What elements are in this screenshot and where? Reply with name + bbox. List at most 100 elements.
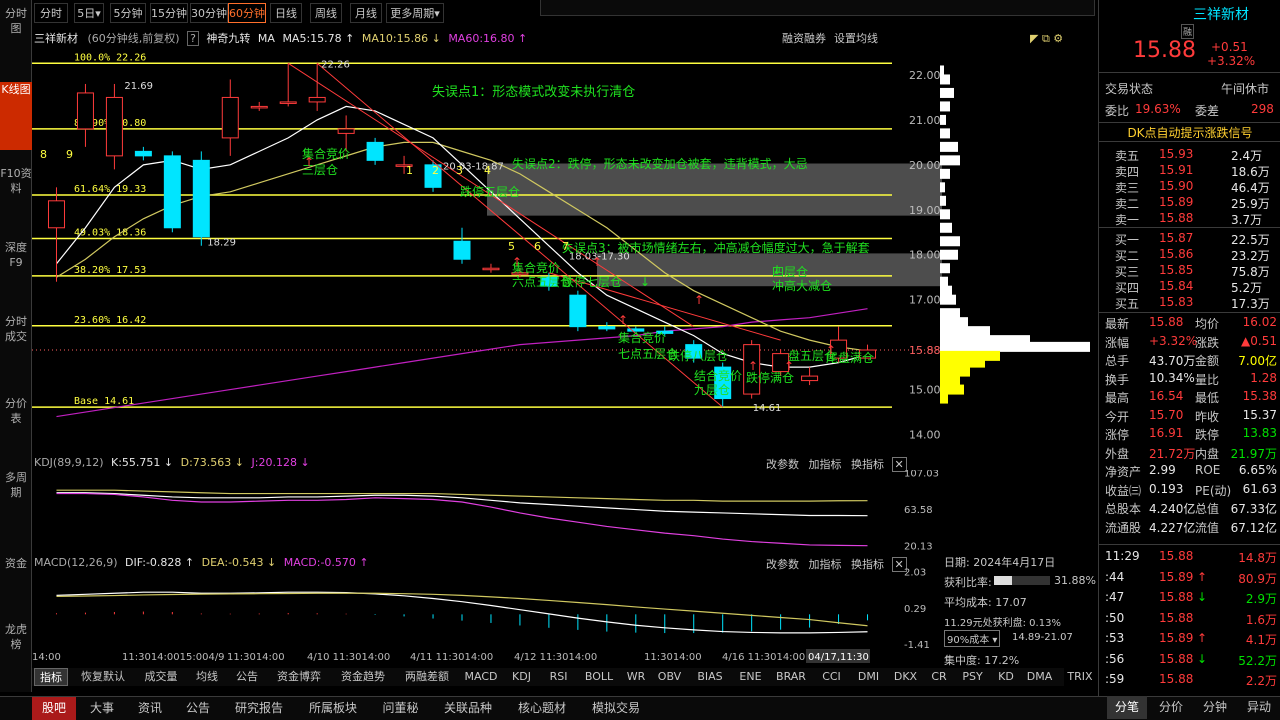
indicator-tab-active[interactable]: 指标: [34, 668, 68, 686]
indicator-tab[interactable]: 均线: [190, 668, 224, 686]
kdj-d: D:73.563 ↓: [180, 456, 245, 469]
sidebar-item-trades[interactable]: 分时成交: [0, 314, 32, 376]
indicator-tab[interactable]: DKX: [890, 668, 921, 686]
signal-title[interactable]: DK点自动提示涨跌信号: [1099, 122, 1280, 142]
stats-value: 15.70: [1149, 407, 1184, 422]
up-arrow-icon: ↑: [592, 255, 602, 269]
bottom-tab[interactable]: 资讯: [128, 697, 172, 720]
sidebar-item-fenshi[interactable]: 分时图: [0, 6, 32, 58]
indicator-tab[interactable]: WR: [624, 668, 648, 686]
indicator-tab[interactable]: CR: [927, 668, 951, 686]
stats-label: 最高: [1105, 391, 1130, 405]
indicator-tab[interactable]: DMA: [1024, 668, 1055, 686]
book-price: 15.85: [1159, 263, 1194, 277]
price-label: 22.26: [321, 59, 350, 70]
book-price: 15.87: [1159, 231, 1194, 245]
trade-row: :44 15.89 ↑ 80.9万: [1099, 569, 1280, 587]
indicator-tab[interactable]: PSY: [957, 668, 988, 686]
help-icon[interactable]: ?: [187, 31, 199, 46]
annotation-text: 跌停八层仓: [668, 348, 728, 363]
bottom-tab[interactable]: 研究报告: [224, 697, 294, 720]
trade-volume: 1.6万: [1245, 612, 1277, 627]
quote-tab[interactable]: 分笔: [1107, 696, 1147, 719]
trade-volume: 14.8万: [1238, 551, 1277, 565]
indicator-tab[interactable]: OBV: [654, 668, 685, 686]
stats-label: 收益㈢: [1105, 483, 1142, 498]
bottom-tab[interactable]: 问董秘: [372, 697, 429, 720]
kdj-tick: 63.58: [904, 505, 933, 516]
indicator-tab[interactable]: MACD: [462, 668, 500, 686]
stats-value: 2.99: [1149, 463, 1176, 477]
period-more[interactable]: 更多周期▾: [386, 3, 444, 23]
stats-label: 最新: [1105, 317, 1130, 331]
book-price: 15.83: [1159, 295, 1194, 309]
fib-label: 38.20% 17.53: [74, 265, 146, 276]
indicator-name: 神奇九转: [206, 32, 251, 45]
quote-panel: 三祥新材 融 15.88 +0.51 +3.32% 交易状态 午间休市 委比 1…: [1098, 0, 1280, 719]
sidebar-item-price-table[interactable]: 分价表: [0, 396, 32, 446]
trade-arrow-icon: ↓: [1197, 651, 1208, 666]
price-tick-current: 15.88: [909, 344, 941, 357]
indicator-tab[interactable]: TRIX: [1061, 668, 1099, 686]
candle: [366, 141, 384, 161]
sidebar-item-depth[interactable]: 深度F9: [0, 240, 32, 292]
bottom-tab[interactable]: 关联品种: [433, 697, 503, 720]
indicator-tab[interactable]: 两融差额: [398, 668, 456, 686]
sidebar-item-multi-period[interactable]: 多周期: [0, 470, 32, 522]
candlestick-chart[interactable]: 100.0% 22.2680.90% 20.8061.64% 19.3349.0…: [32, 48, 942, 448]
period-5min[interactable]: 5分钟: [110, 3, 146, 23]
trade-volume: 2.9万: [1245, 592, 1277, 606]
stats-label: 流值: [1195, 520, 1220, 535]
period-60min[interactable]: 60分钟: [228, 3, 266, 23]
indicator-tab[interactable]: CCI: [816, 668, 847, 686]
sidebar-item-f10[interactable]: F10资料: [0, 166, 32, 218]
profit-ratio-value: 31.88%: [1054, 574, 1096, 587]
kdj-k-line: [56, 492, 868, 517]
sidebar-item-capital[interactable]: 资金: [0, 556, 32, 592]
period-month[interactable]: 月线: [350, 3, 382, 23]
cost-select[interactable]: 90%成本 ▾: [944, 630, 1001, 647]
trade-arrow-icon: ↑: [1197, 631, 1208, 645]
indicator-tab[interactable]: 资金趋势: [334, 668, 392, 686]
indicator-tab[interactable]: DMI: [853, 668, 884, 686]
period-toolbar: 分时 5日▾ 5分钟 15分钟 30分钟 60分钟 日线 周线 月线 更多周期▾: [32, 0, 452, 26]
chart-tool-icons[interactable]: ◤ ⧉ ⚙: [1030, 32, 1090, 45]
period-day[interactable]: 日线: [270, 3, 302, 23]
bottom-tab[interactable]: 模拟交易: [581, 697, 651, 720]
sidebar-item-dragon-tiger[interactable]: 龙虎榜: [0, 622, 32, 672]
annotation-text: 失误点2：跌停，形态未改变加仓被套，违背模式，大忌: [512, 156, 808, 171]
quote-tab[interactable]: 分钟: [1195, 696, 1235, 719]
sidebar-item-kline[interactable]: K线图: [0, 82, 32, 150]
indicator-tab[interactable]: 公告: [230, 668, 264, 686]
time-tick: 11:3014:0015:004/9: [122, 652, 225, 663]
indicator-tab[interactable]: 成交量: [138, 668, 184, 686]
indicator-tab[interactable]: BRAR: [772, 668, 810, 686]
indicator-tab[interactable]: BIAS: [691, 668, 729, 686]
last-price: 15.88: [1133, 38, 1196, 63]
bottom-tab[interactable]: 大事: [80, 697, 124, 720]
period-week[interactable]: 周线: [310, 3, 342, 23]
stats-label: 总股本: [1105, 502, 1142, 516]
indicator-tab[interactable]: KDJ: [506, 668, 537, 686]
candle: [482, 267, 500, 271]
period-30min[interactable]: 30分钟: [190, 3, 228, 23]
period-5day[interactable]: 5日▾: [74, 3, 104, 23]
margin-trading-button[interactable]: 融资融券: [782, 30, 826, 46]
bottom-tab-guba[interactable]: 股吧: [32, 697, 76, 720]
bottom-tab[interactable]: 核心题材: [507, 697, 577, 720]
indicator-tab[interactable]: BOLL: [580, 668, 618, 686]
indicator-tab[interactable]: RSI: [543, 668, 574, 686]
price-tick: 19.00: [909, 204, 941, 217]
bottom-tab[interactable]: 所属板块: [298, 697, 368, 720]
period-fenshi[interactable]: 分时: [34, 3, 68, 23]
bid-row: 买一 15.87 22.5万: [1099, 230, 1280, 247]
indicator-tab[interactable]: KD: [994, 668, 1018, 686]
indicator-tab[interactable]: ENE: [735, 668, 766, 686]
quote-tab[interactable]: 异动: [1239, 696, 1279, 719]
ma-settings-button[interactable]: 设置均线: [834, 30, 878, 46]
bottom-tab[interactable]: 公告: [176, 697, 220, 720]
indicator-tab[interactable]: 恢复默认: [74, 668, 132, 686]
period-15min[interactable]: 15分钟: [150, 3, 188, 23]
quote-tab[interactable]: 分价: [1151, 696, 1191, 719]
indicator-tab[interactable]: 资金博弈: [270, 668, 328, 686]
